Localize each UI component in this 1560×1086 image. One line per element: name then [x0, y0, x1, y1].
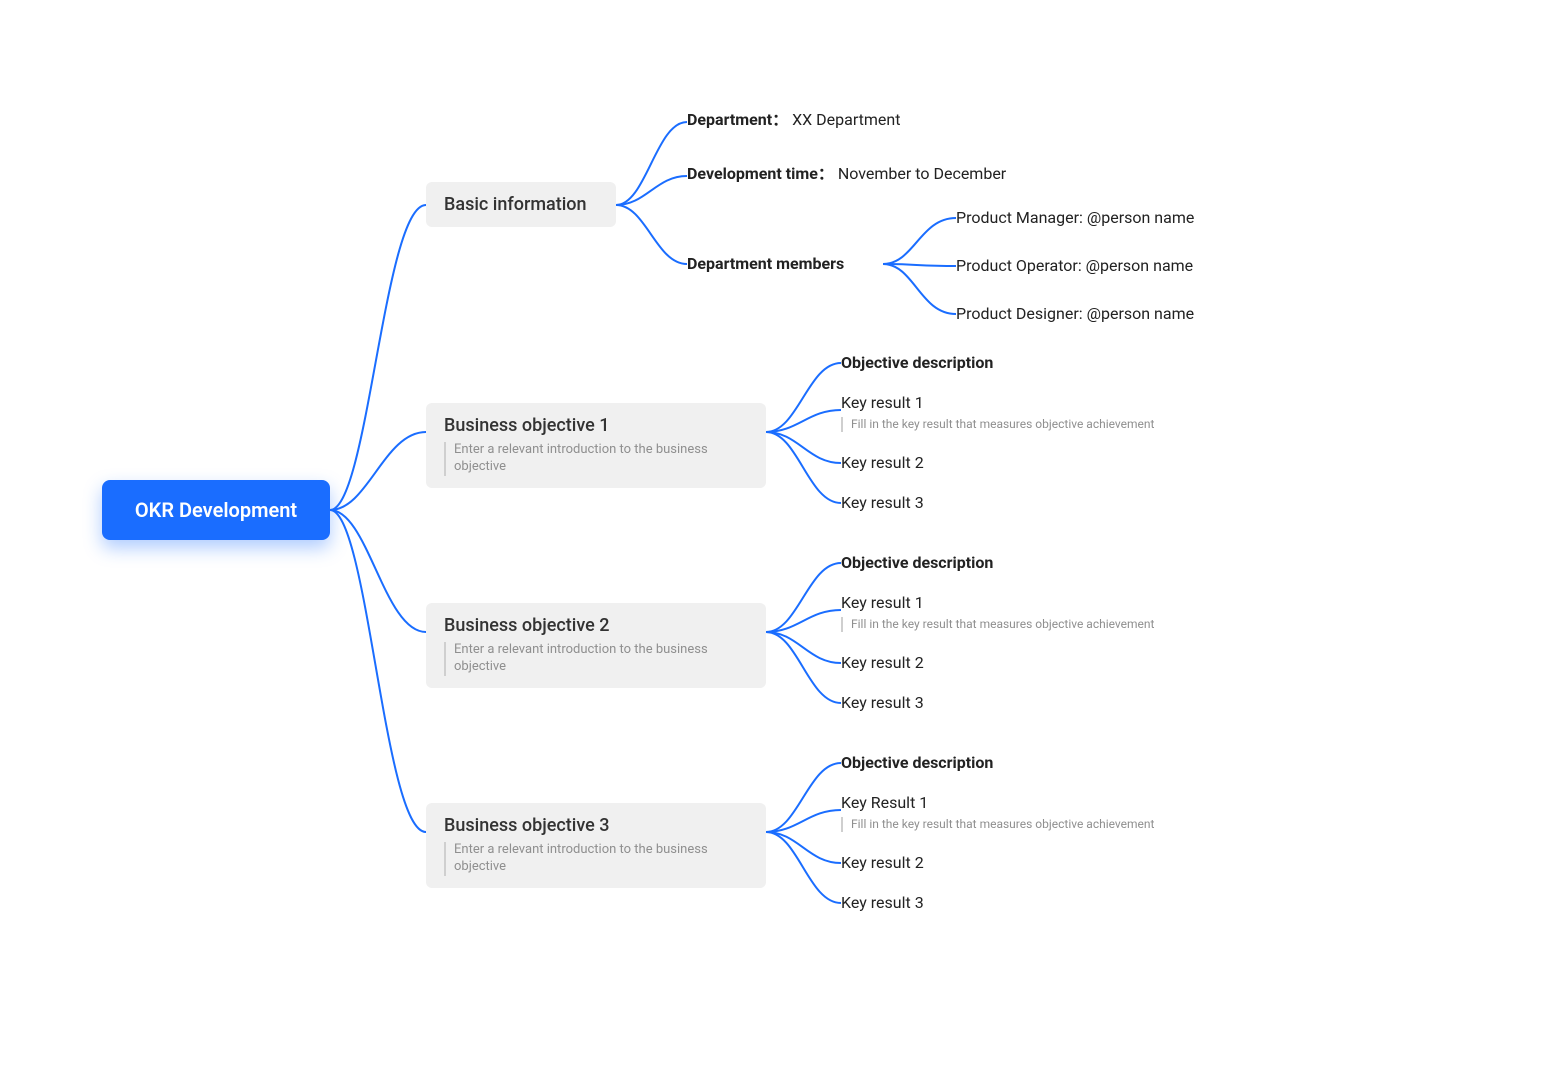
leaf-key-result[interactable]: Key result 2: [841, 653, 924, 673]
leaf-objective-description[interactable]: Objective description: [841, 553, 993, 573]
node-note: Enter a relevant introduction to the bus…: [444, 642, 748, 676]
leaf-key-result[interactable]: Key Result 1 Fill in the key result that…: [841, 793, 1154, 832]
node-title: Business objective 3: [444, 815, 748, 836]
leaf-objective-description[interactable]: Objective description: [841, 353, 993, 373]
node-business-objective-3[interactable]: Business objective 3 Enter a relevant in…: [426, 803, 766, 888]
leaf-key-result[interactable]: Key result 1 Fill in the key result that…: [841, 393, 1154, 432]
mindmap-canvas: OKR Development Basic information Depart…: [0, 0, 1560, 1086]
leaf-key-result[interactable]: Key result 2: [841, 453, 924, 473]
root-label: OKR Development: [135, 498, 297, 522]
node-business-objective-1[interactable]: Business objective 1 Enter a relevant in…: [426, 403, 766, 488]
node-department-members[interactable]: Department members: [687, 254, 844, 274]
node-note: Enter a relevant introduction to the bus…: [444, 442, 748, 476]
node-note: Enter a relevant introduction to the bus…: [444, 842, 748, 876]
leaf-key-result[interactable]: Key result 3: [841, 693, 924, 713]
leaf-member[interactable]: Product Manager: @person name: [956, 208, 1194, 228]
leaf-development-time[interactable]: Development time： November to December: [687, 164, 1006, 184]
node-title: Basic information: [444, 194, 598, 215]
node-business-objective-2[interactable]: Business objective 2 Enter a relevant in…: [426, 603, 766, 688]
leaf-key-result[interactable]: Key result 1 Fill in the key result that…: [841, 593, 1154, 632]
mindmap-edges: [0, 0, 1560, 1086]
leaf-objective-description[interactable]: Objective description: [841, 753, 993, 773]
leaf-key-result[interactable]: Key result 3: [841, 893, 924, 913]
leaf-key-result[interactable]: Key result 3: [841, 493, 924, 513]
node-title: Business objective 1: [444, 415, 748, 436]
node-basic-information[interactable]: Basic information: [426, 182, 616, 227]
root-node[interactable]: OKR Development: [102, 480, 330, 540]
leaf-member[interactable]: Product Designer: @person name: [956, 304, 1194, 324]
node-title: Business objective 2: [444, 615, 748, 636]
leaf-department[interactable]: Department： XX Department: [687, 110, 900, 130]
leaf-key-result[interactable]: Key result 2: [841, 853, 924, 873]
leaf-member[interactable]: Product Operator: @person name: [956, 256, 1193, 276]
